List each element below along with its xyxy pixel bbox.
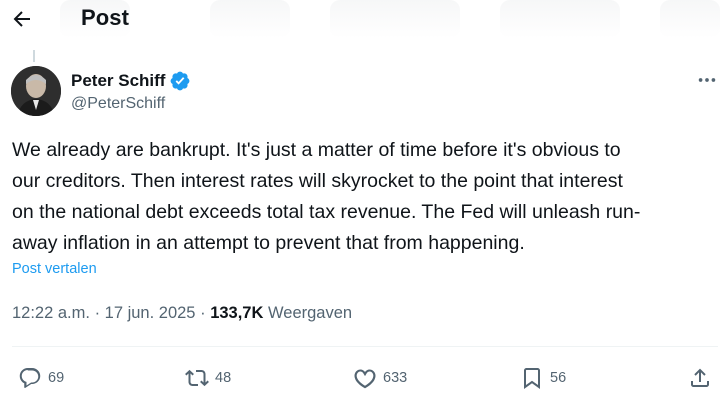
avatar-portrait-icon xyxy=(11,66,61,116)
post-time[interactable]: 12:22 a.m. xyxy=(12,304,90,322)
header-blur-shape xyxy=(330,0,460,38)
post-date[interactable]: 17 jun. 2025 xyxy=(105,304,196,322)
author-name-label: Peter Schiff xyxy=(71,71,166,90)
post-text: We already are bankrupt. It's just a mat… xyxy=(12,135,718,259)
translate-post-link[interactable]: Post vertalen xyxy=(12,261,97,277)
avatar[interactable] xyxy=(11,66,61,116)
divider xyxy=(12,346,718,347)
meta-separator: · xyxy=(94,304,101,322)
more-options-button[interactable] xyxy=(690,66,724,94)
author-handle[interactable]: @PeterSchiff xyxy=(71,95,165,113)
more-icon xyxy=(698,78,716,82)
share-icon xyxy=(691,368,709,387)
views-count: 133,7K xyxy=(210,304,264,322)
repost-icon xyxy=(185,369,209,387)
meta-separator: · xyxy=(200,304,206,322)
post-text-line: on the national debt exceeds total tax r… xyxy=(12,201,641,223)
views-label: Weergaven xyxy=(268,304,353,322)
back-arrow-icon xyxy=(13,11,30,27)
like-count: 633 xyxy=(383,370,408,386)
post-text-line: our creditors. Then interest rates will … xyxy=(12,170,623,192)
header-bar: Post xyxy=(0,0,728,40)
share-button[interactable] xyxy=(688,363,712,393)
author-name[interactable]: Peter Schiff xyxy=(71,70,191,92)
bookmark-button[interactable]: 56 xyxy=(520,363,566,393)
post-text-line: We already are bankrupt. It's just a mat… xyxy=(12,139,621,161)
page-title: Post xyxy=(81,5,130,30)
post-meta: 12:22 a.m. · 17 jun. 2025 · 133,7K Weerg… xyxy=(12,304,352,323)
repost-count: 48 xyxy=(215,370,232,386)
reply-count: 69 xyxy=(48,370,65,386)
back-button[interactable] xyxy=(4,1,40,37)
like-icon xyxy=(354,369,376,389)
verified-badge-icon xyxy=(171,71,190,91)
thread-line xyxy=(33,50,35,62)
like-button[interactable]: 633 xyxy=(353,363,407,393)
post-page: Post Peter Schiff @PeterSchiff We alread… xyxy=(0,0,728,416)
header-blur-shape xyxy=(660,0,720,38)
reply-button[interactable]: 69 xyxy=(18,363,64,393)
reply-icon xyxy=(19,368,41,388)
repost-button[interactable]: 48 xyxy=(185,363,231,393)
bookmark-count: 56 xyxy=(550,370,567,386)
bookmark-icon xyxy=(524,368,540,389)
post-text-line: away inflation in an attempt to prevent … xyxy=(12,232,525,254)
header-blur-shape xyxy=(500,0,620,38)
header-blur-shape xyxy=(210,0,290,38)
